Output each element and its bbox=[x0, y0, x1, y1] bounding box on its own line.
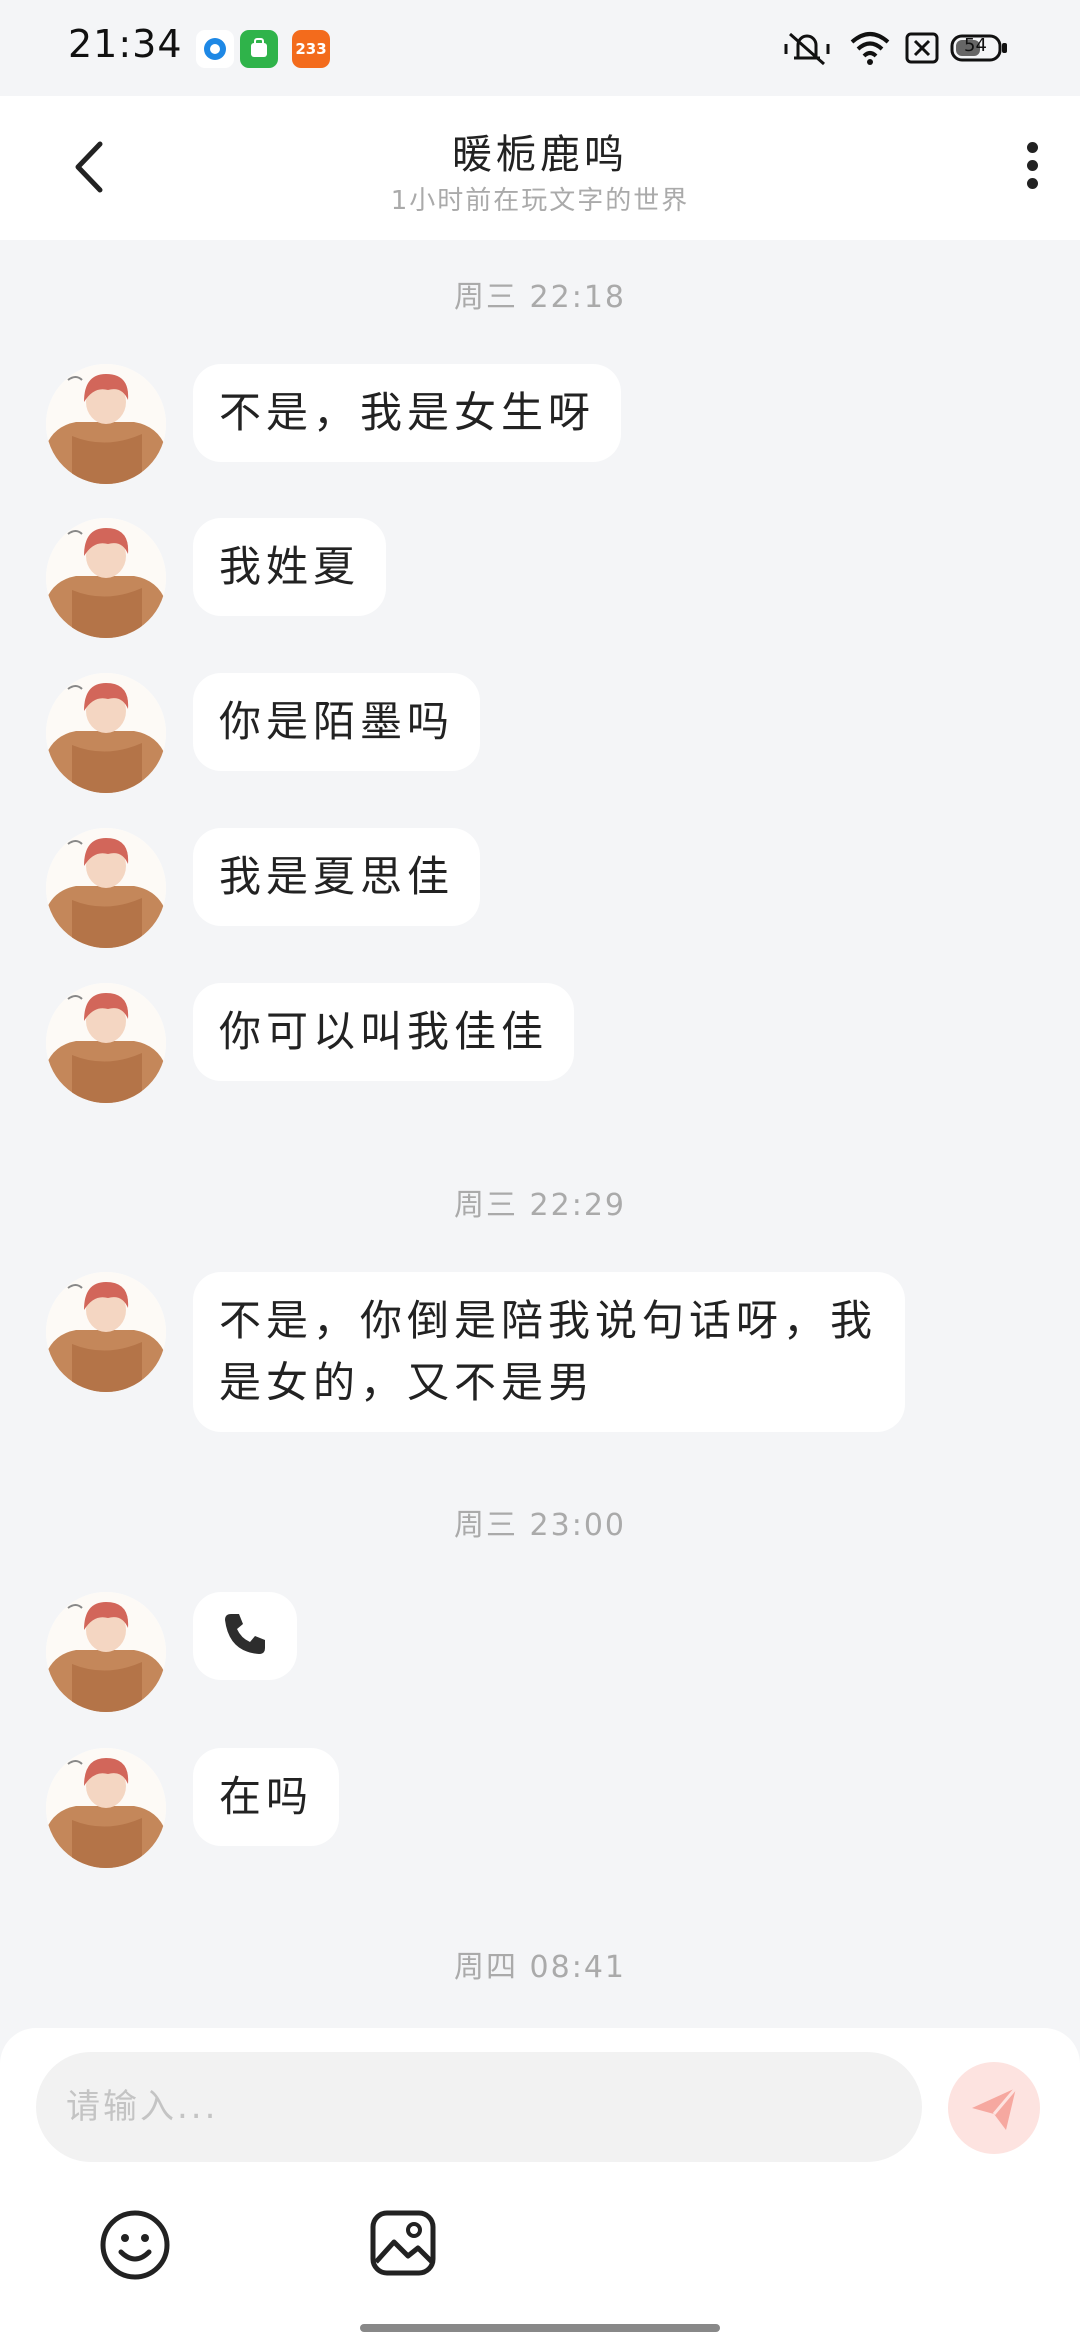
avatar[interactable] bbox=[46, 673, 166, 793]
home-indicator[interactable] bbox=[360, 2324, 720, 2332]
contact-name: 暖栀鹿鸣 bbox=[452, 132, 628, 178]
more-options-button[interactable] bbox=[1012, 136, 1052, 206]
message-bubble[interactable]: 我是夏思佳 bbox=[193, 828, 481, 926]
chat-header: 暖栀鹿鸣 1小时前在玩文字的世界 bbox=[0, 96, 1080, 240]
avatar[interactable] bbox=[46, 983, 166, 1103]
avatar[interactable] bbox=[46, 1592, 166, 1712]
message-composer bbox=[0, 2028, 1080, 2340]
more-dot-icon bbox=[1026, 160, 1038, 171]
image-button[interactable] bbox=[368, 2208, 438, 2278]
time-separator: 周三 23:00 bbox=[454, 1508, 626, 1543]
message-bubble[interactable]: 不是，你倒是陪我说句话呀，我是女的，又不是男 bbox=[193, 1272, 905, 1432]
status-bar: 21:34 233 54 bbox=[0, 0, 1080, 96]
notification-app-icon-2 bbox=[240, 30, 278, 68]
sim-off-icon bbox=[904, 28, 940, 72]
more-dot-icon bbox=[1026, 142, 1038, 153]
send-icon bbox=[972, 2087, 1018, 2130]
message-bubble[interactable]: 在吗 bbox=[193, 1748, 340, 1846]
contact-status: 1小时前在玩文字的世界 bbox=[390, 186, 690, 216]
time-separator: 周三 22:29 bbox=[454, 1188, 626, 1223]
message-bubble[interactable]: 不是，我是女生呀 bbox=[193, 364, 622, 462]
send-button[interactable] bbox=[948, 2062, 1040, 2154]
message-bubble[interactable]: 我姓夏 bbox=[193, 518, 387, 616]
avatar[interactable] bbox=[46, 364, 166, 484]
image-icon bbox=[370, 2210, 436, 2276]
message-bubble[interactable]: 你可以叫我佳佳 bbox=[193, 983, 575, 1081]
more-dot-icon bbox=[1026, 178, 1038, 189]
smiley-icon bbox=[100, 2210, 170, 2280]
battery-level: 54 bbox=[964, 35, 987, 56]
time-separator: 周三 22:18 bbox=[454, 280, 626, 315]
vibrate-icon bbox=[784, 28, 830, 72]
app-badge-text: 233 bbox=[295, 40, 327, 58]
phone-icon bbox=[225, 1614, 265, 1654]
avatar[interactable] bbox=[46, 1272, 166, 1392]
avatar[interactable] bbox=[46, 828, 166, 948]
avatar[interactable] bbox=[46, 518, 166, 638]
time-separator: 周四 08:41 bbox=[454, 1950, 626, 1985]
call-message-bubble[interactable] bbox=[193, 1592, 297, 1680]
wifi-icon bbox=[848, 28, 892, 72]
battery-icon: 54 bbox=[950, 30, 1010, 70]
emoji-button[interactable] bbox=[98, 2208, 172, 2282]
status-time: 21:34 bbox=[68, 22, 183, 66]
message-input[interactable] bbox=[36, 2052, 922, 2162]
notification-app-icon-3: 233 bbox=[292, 30, 330, 68]
notification-app-icon-1 bbox=[196, 30, 234, 68]
message-bubble[interactable]: 你是陌墨吗 bbox=[193, 673, 481, 771]
avatar[interactable] bbox=[46, 1748, 166, 1868]
